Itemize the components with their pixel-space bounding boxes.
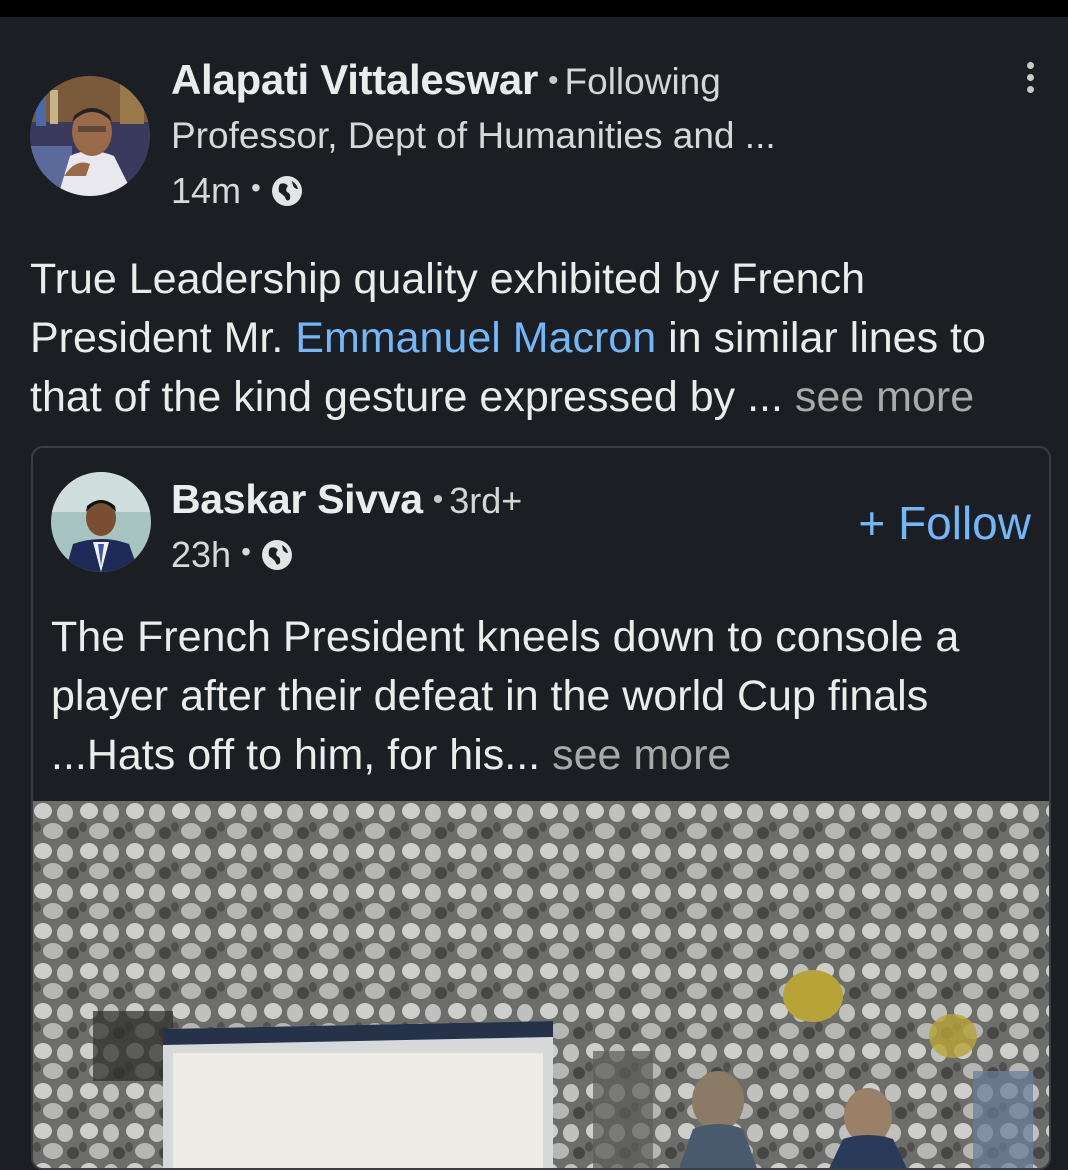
shared-author-avatar[interactable] (51, 472, 151, 572)
post-text: True Leadership quality exhibited by Fre… (30, 250, 1055, 427)
shared-see-more-link[interactable]: see more (552, 731, 731, 779)
status-bar (0, 0, 1068, 17)
separator-dot: • (251, 172, 261, 203)
post-time: 14m (171, 170, 242, 211)
shared-post-text: The French President kneels down to cons… (51, 608, 1041, 785)
shared-author-name[interactable]: Baskar Sivva (171, 476, 423, 522)
author-avatar[interactable] (30, 76, 150, 196)
globe-icon (271, 176, 302, 206)
separator-dot: • (241, 536, 251, 567)
following-status: Following (564, 61, 721, 102)
separator-dot: • (432, 483, 444, 516)
video-thumbnail[interactable] (33, 801, 1049, 1168)
shared-author-line: Baskar Sivva • 3rd+ (171, 476, 522, 523)
shared-post-meta: 23h • (171, 534, 293, 576)
author-line: Alapati Vittaleswar • Following (171, 56, 721, 104)
see-more-link[interactable]: see more (795, 373, 974, 421)
shared-post-card[interactable]: Baskar Sivva • 3rd+ 23h • + Follow The Fre… (31, 446, 1051, 1170)
follow-button[interactable]: + Follow (858, 496, 1031, 550)
ellipsis: ... (747, 373, 783, 421)
author-headline: Professor, Dept of Humanities and ... (171, 115, 776, 156)
globe-icon (261, 540, 292, 570)
more-vertical-icon[interactable] (1012, 58, 1048, 100)
mention-link[interactable]: Emmanuel Macron (295, 314, 656, 362)
author-name[interactable]: Alapati Vittaleswar (171, 56, 538, 103)
ellipsis: ... (504, 731, 541, 779)
shared-post-time: 23h (171, 534, 232, 575)
separator-dot: • (548, 64, 559, 97)
connection-degree: 3rd+ (449, 480, 523, 521)
post-meta: 14m • (171, 170, 303, 212)
